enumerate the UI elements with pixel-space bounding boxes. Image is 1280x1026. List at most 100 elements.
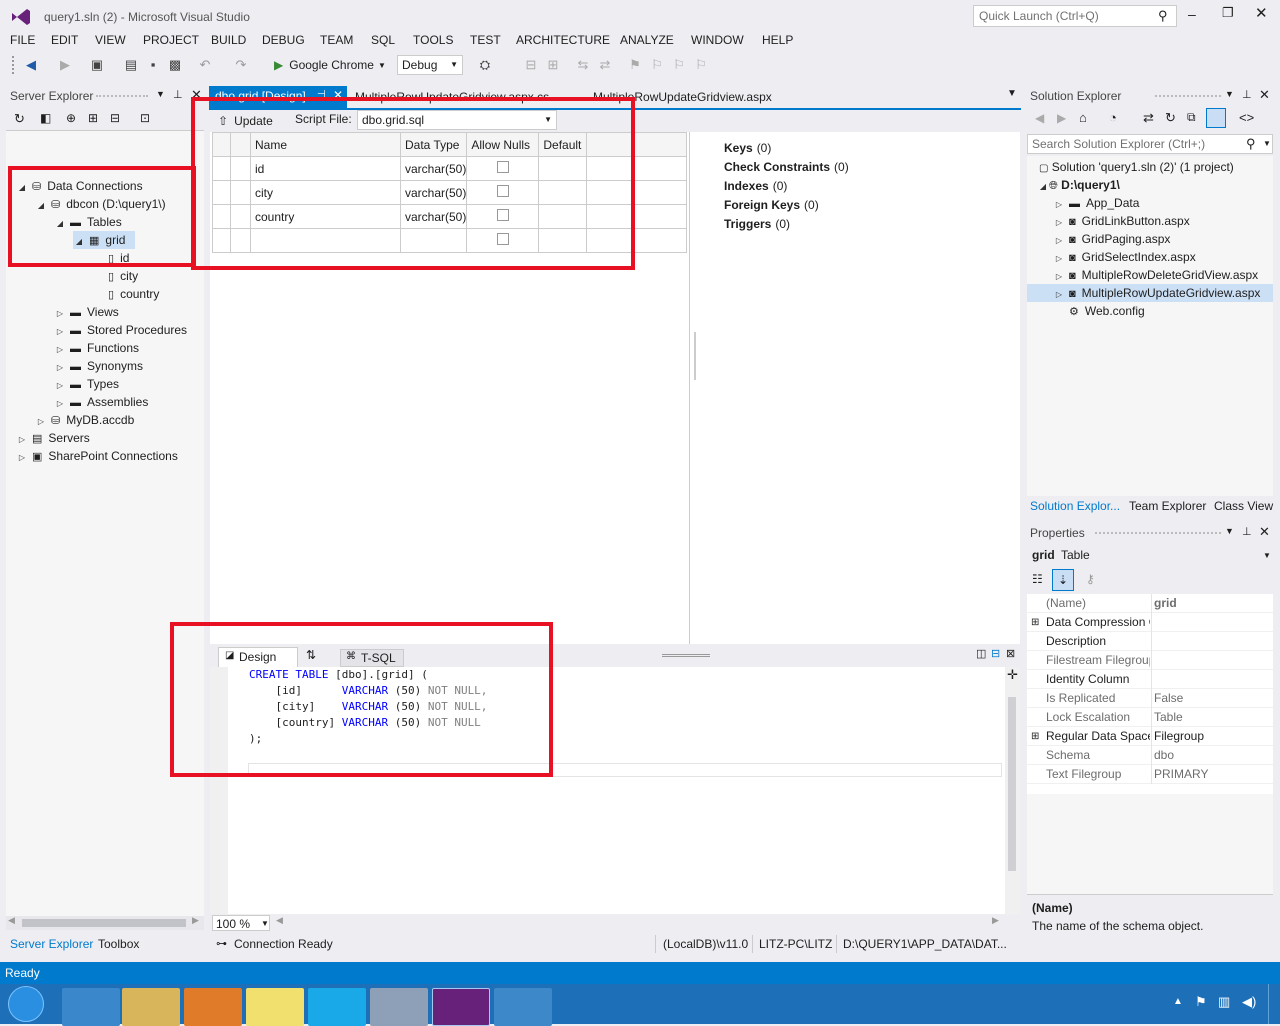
project-node[interactable]: ◢ 🌐︎ D:\query1\ [1037, 176, 1120, 194]
menu-edit[interactable]: EDIT [51, 33, 78, 47]
tree-item[interactable]: ▷ ⛁ MyDB.accdb [35, 411, 134, 429]
column-type-cell[interactable] [399, 228, 468, 253]
property-row[interactable]: Text Filegroup PRIMARY [1027, 765, 1273, 784]
menu-build[interactable]: BUILD [211, 33, 246, 47]
update-button[interactable]: ⇧ Update [218, 111, 273, 131]
menu-architecture[interactable]: ARCHITECTURE [516, 33, 610, 47]
scroll-right-icon[interactable]: ▶ [992, 915, 999, 926]
close-panel-icon[interactable]: ✕ [1259, 524, 1270, 540]
minimize-button[interactable]: – [1188, 6, 1196, 22]
column-default-cell[interactable] [538, 204, 588, 229]
summary-item[interactable]: Check Constraints (0) [724, 160, 849, 174]
column-default-cell[interactable] [538, 156, 588, 181]
col-header-name[interactable]: Name [250, 132, 401, 157]
solution-item[interactable]: ▷ ◙ GridSelectIndex.aspx [1053, 248, 1196, 266]
tree-item[interactable]: ▷ ▬ Assemblies [54, 393, 148, 411]
close-panel-icon[interactable]: ✕ [1259, 87, 1270, 103]
object-selector[interactable]: grid Table ▼ [1027, 546, 1273, 566]
tray-arrow-icon[interactable]: ▲ [1173, 996, 1183, 1007]
show-desktop-button[interactable] [1268, 984, 1280, 1024]
connect-database-icon[interactable]: ⊕ [66, 111, 76, 125]
collapse-all-icon[interactable]: ⧉ [1187, 110, 1196, 125]
new-project-icon[interactable]: ▣ [88, 56, 106, 74]
save-icon[interactable]: ▪ [144, 56, 162, 74]
tree-item[interactable]: ▷ ▬ Types [54, 375, 119, 393]
cleaner-taskbar-icon[interactable] [370, 988, 428, 1026]
save-all-icon[interactable]: ▩ [166, 56, 184, 74]
sticky-notes-taskbar-icon[interactable] [246, 988, 304, 1026]
connect-server-icon[interactable]: ⊞ [88, 111, 98, 125]
uncomment-icon[interactable]: ⇄ [596, 56, 614, 74]
column-name-cell[interactable]: country [250, 204, 401, 229]
tree-item[interactable]: ▷ ▬ Views [54, 303, 119, 321]
col-header-nulls[interactable]: Allow Nulls [466, 132, 540, 157]
visual-studio-taskbar-icon[interactable] [432, 988, 490, 1026]
undo-icon[interactable]: ↶ [196, 56, 214, 74]
tab-class-view[interactable]: Class View [1214, 499, 1273, 513]
solution-item[interactable]: ⚙ Web.config [1053, 302, 1145, 320]
scroll-left-icon[interactable]: ◀ [276, 915, 283, 926]
allow-nulls-checkbox[interactable] [496, 209, 509, 221]
clear-bookmarks-icon[interactable]: ⚐ [692, 56, 710, 74]
tree-item[interactable]: ◢ ⛁ dbcon (D:\query1\) [35, 195, 166, 213]
summary-item[interactable]: Keys (0) [724, 141, 771, 155]
horizontal-scrollbar[interactable]: ◀ ▶ [6, 915, 204, 930]
collapse-arrow-icon[interactable]: ◢ [73, 233, 85, 251]
properties-icon[interactable]: ⊡ [140, 111, 150, 125]
property-row[interactable]: (Name) grid [1027, 594, 1273, 613]
layout-icon[interactable]: ⊞ [544, 56, 562, 74]
sync-icon[interactable]: ⇄ [1143, 110, 1154, 126]
forward-icon[interactable]: ▶ [56, 56, 74, 74]
zoom-select[interactable]: 100 % ▼ [212, 915, 270, 931]
solution-item[interactable]: ▷ ▬ App_Data [1053, 194, 1139, 212]
menu-file[interactable]: FILE [10, 33, 35, 47]
tree-item[interactable]: ▯ id [92, 249, 129, 267]
tab-dbo-grid-design[interactable]: dbo.grid [Design] ⊣ ✕ [209, 86, 347, 108]
tab-list-icon[interactable]: ▼ [1007, 88, 1017, 99]
back-icon[interactable]: ◀ [22, 56, 40, 74]
menu-sql[interactable]: SQL [371, 33, 395, 47]
comment-icon[interactable]: ⇆ [574, 56, 592, 74]
attach-icon[interactable]: ⛭ [476, 56, 494, 74]
property-row[interactable]: ⊞ Data Compression O [1027, 613, 1273, 632]
solution-config-select[interactable]: Debug ▼ [397, 55, 463, 75]
close-panel-icon[interactable]: ✕ [191, 87, 202, 103]
tab-solution-explorer[interactable]: Solution Explor... [1030, 499, 1120, 513]
panel-menu-icon[interactable]: ▼ [1225, 89, 1234, 99]
swap-panes-button[interactable]: ⇅ [306, 648, 316, 662]
tree-item[interactable]: ▯ city [92, 267, 138, 285]
pin-icon[interactable]: ⊣ [317, 89, 326, 100]
menu-view[interactable]: VIEW [95, 33, 126, 47]
categorized-icon[interactable]: ☷ [1032, 572, 1043, 586]
open-file-icon[interactable]: ▤ [122, 56, 140, 74]
expand-icon[interactable]: ⊞ [1031, 727, 1039, 746]
collapse-pane-icon[interactable]: ⊠ [1006, 647, 1015, 660]
pin-icon[interactable]: ⊥ [1242, 525, 1252, 538]
redo-icon[interactable]: ↷ [232, 56, 250, 74]
tab-team-explorer[interactable]: Team Explorer [1129, 499, 1206, 513]
explorer-taskbar-icon[interactable] [122, 988, 180, 1026]
tree-item[interactable]: ▷ ▣ SharePoint Connections [16, 447, 178, 465]
script-file-select[interactable]: dbo.grid.sql ▼ [357, 110, 557, 130]
close-button[interactable]: ✕ [1255, 4, 1268, 22]
tree-item[interactable]: ▷ ▤ Servers [16, 429, 90, 447]
align-icon[interactable]: ⊟ [522, 56, 540, 74]
solution-item[interactable]: ▷ ◙ MultipleRowDeleteGridView.aspx [1053, 266, 1258, 284]
collapse-arrow-icon[interactable]: ◢ [35, 197, 47, 215]
toolbar-grip[interactable] [12, 56, 16, 74]
solution-search-input[interactable]: Search Solution Explorer (Ctrl+;) ⚲ ▼ [1027, 134, 1273, 154]
split-vertical-icon[interactable]: ◫ [976, 647, 986, 660]
start-button[interactable] [8, 986, 44, 1022]
connect-sharepoint-icon[interactable]: ⊟ [110, 111, 120, 125]
panel-menu-icon[interactable]: ▼ [156, 89, 165, 99]
restore-button[interactable]: ❐ [1222, 5, 1234, 21]
tab-toolbox[interactable]: Toolbox [98, 937, 139, 951]
tree-item[interactable]: ◢ ⛁ Data Connections [16, 177, 143, 195]
solution-node[interactable]: ▢ Solution 'query1.sln (2)' (1 project) [1039, 158, 1234, 176]
summary-item[interactable]: Triggers (0) [724, 217, 790, 231]
column-type-cell[interactable]: varchar(50) [399, 204, 468, 229]
split-editor-icon[interactable]: ✛ [1007, 667, 1018, 683]
tree-item[interactable]: ▷ ▬ Stored Procedures [54, 321, 187, 339]
tab-server-explorer[interactable]: Server Explorer [10, 937, 93, 951]
panel-menu-icon[interactable]: ▼ [1225, 526, 1234, 536]
